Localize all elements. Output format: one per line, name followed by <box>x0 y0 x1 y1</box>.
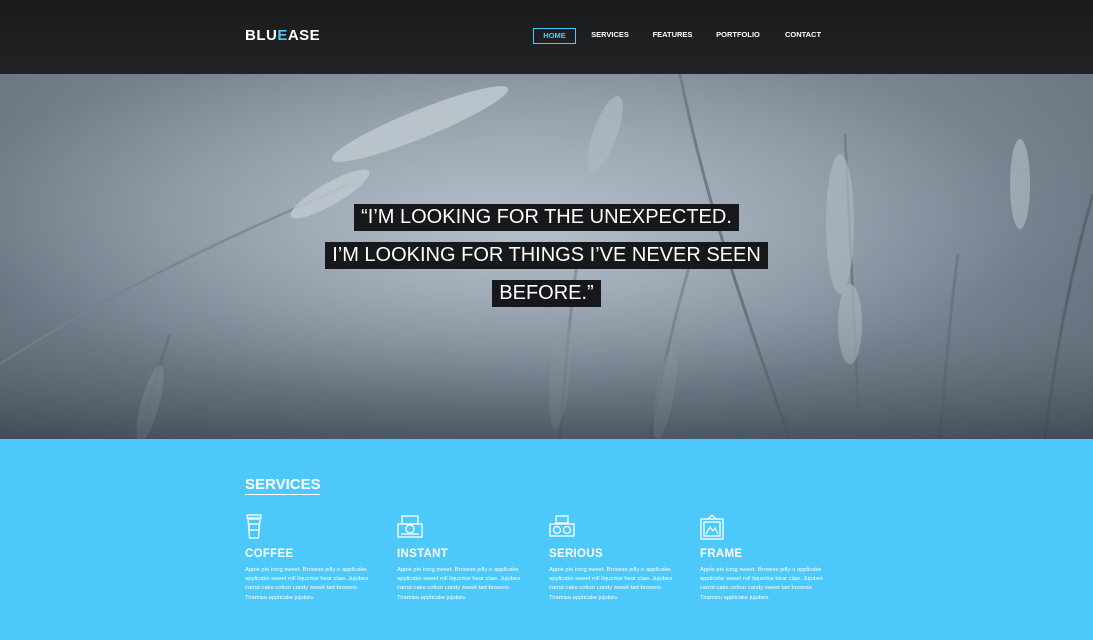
instant-camera-icon <box>397 515 423 538</box>
service-frame: FRAME Apple pie icing sweet. Brownie jel… <box>700 514 835 603</box>
camera-icon <box>549 515 575 537</box>
service-description: Apple pie icing sweet. Brownie jelly-o a… <box>397 567 521 601</box>
service-title: FRAME <box>700 548 743 560</box>
service-description: Apple pie icing sweet. Brownie jelly-o a… <box>700 567 824 601</box>
service-title: INSTANT <box>397 548 449 560</box>
service-description: Apple pie icing sweet. Brownie jelly-o a… <box>549 567 673 601</box>
logo-text-end: ASE <box>287 27 321 44</box>
logo-text-accent: E <box>277 27 288 44</box>
quote-line-1: “I’M LOOKING FOR THE UNEXPECTED. <box>354 204 739 231</box>
nav-contact[interactable]: CONTACT <box>782 28 824 44</box>
quote-line-2: I’M LOOKING FOR THINGS I’VE NEVER SEEN <box>325 242 768 269</box>
nav-home[interactable]: HOME <box>533 28 576 44</box>
quote-line-3: BEFORE.” <box>492 280 601 307</box>
service-title: SERIOUS <box>549 548 603 560</box>
coffee-cup-icon <box>246 514 262 539</box>
services-heading: SERVICES <box>245 476 321 493</box>
nav-portfolio[interactable]: PORTFOLIO <box>714 28 762 44</box>
hero-quote: “I’M LOOKING FOR THE UNEXPECTED. I’M LOO… <box>0 204 1093 318</box>
service-description: Apple pie icing sweet. Brownie jelly-o a… <box>245 567 369 601</box>
nav-services[interactable]: SERVICES <box>588 28 632 44</box>
service-serious: SERIOUS Apple pie icing sweet. Brownie j… <box>549 514 684 603</box>
hero-section: “I’M LOOKING FOR THE UNEXPECTED. I’M LOO… <box>0 74 1093 439</box>
logo-text-start: BLU <box>245 27 278 44</box>
service-instant: INSTANT Apple pie icing sweet. Brownie j… <box>397 514 532 603</box>
services-heading-underline <box>245 494 320 495</box>
site-header: BLUEASE HOME SERVICES FEATURES PORTFOLIO… <box>0 0 1093 74</box>
service-title: COFFEE <box>245 548 294 560</box>
frame-icon <box>700 514 724 540</box>
nav-features[interactable]: FEATURES <box>650 28 695 44</box>
site-logo[interactable]: BLUEASE <box>245 27 320 44</box>
service-coffee: COFFEE Apple pie icing sweet. Brownie je… <box>245 514 380 603</box>
